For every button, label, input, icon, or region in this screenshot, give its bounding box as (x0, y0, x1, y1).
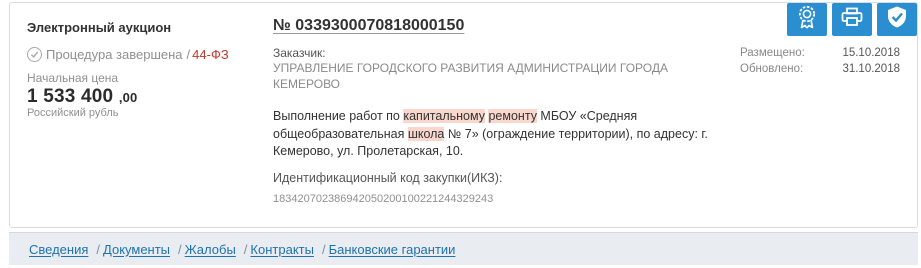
action-buttons (787, 3, 917, 36)
price-value: 1 533 400 ,00 (27, 86, 257, 108)
tab-details[interactable]: Сведения (29, 242, 88, 257)
customer-name[interactable]: УПРАВЛЕНИЕ ГОРОДСКОГО РАЗВИТИЯ АДМИНИСТР… (273, 60, 728, 92)
status-text: Процедура завершена (46, 47, 183, 62)
award-icon (797, 5, 817, 34)
tab-contracts[interactable]: Контракты (250, 242, 314, 257)
ikz-value: 183420702386942050200100221244329243 (273, 192, 494, 205)
shield-check-icon (886, 5, 908, 34)
price-cents: ,00 (118, 90, 138, 105)
currency: Российский рубль (27, 107, 119, 119)
registry-number-link[interactable]: № 0339300070818000150 (273, 17, 464, 35)
purchase-summary: Электронный аукцион Процедура завершена … (27, 20, 257, 119)
tab-documents[interactable]: Документы (103, 242, 170, 257)
tab-separator: / (178, 241, 182, 257)
purchase-description: Выполнение работ по капитальному ремонту… (273, 108, 728, 161)
law-separator: / (186, 47, 191, 62)
tab-separator: / (243, 241, 248, 257)
protection-button[interactable] (877, 3, 917, 36)
posted-label: Размещено: (740, 47, 805, 59)
print-icon (841, 7, 863, 32)
posted-date: 15.10.2018 (842, 47, 900, 59)
search-highlight: школа (407, 126, 445, 141)
updated-label: Обновлено: (740, 63, 804, 75)
ikz-label: Идентификационный код закупки(ИКЗ): (273, 170, 503, 185)
price-integer: 1 533 400 (27, 86, 114, 107)
tab-separator: / (321, 241, 326, 257)
search-highlight: ремонту (488, 109, 537, 123)
posted-row: Размещено: 15.10.2018 (740, 45, 900, 61)
price-label: Начальная цена (27, 71, 119, 85)
procedure-type: Электронный аукцион (27, 20, 172, 35)
check-circle-icon (27, 47, 42, 62)
updated-row: Обновлено: 31.10.2018 (740, 61, 900, 77)
tab-bank-guarantees[interactable]: Банковские гарантии (329, 242, 456, 257)
print-button[interactable] (832, 3, 872, 36)
tab-separator: / (96, 241, 101, 257)
purchase-dates: Размещено: 15.10.2018 Обновлено: 31.10.2… (740, 45, 900, 77)
updated-date: 31.10.2018 (842, 63, 900, 75)
award-button[interactable] (787, 3, 827, 36)
purchase-details: № 0339300070818000150 Заказчик: УПРАВЛЕН… (273, 17, 728, 205)
law-badge: 44-ФЗ (192, 47, 229, 62)
tab-complaints[interactable]: Жалобы (185, 242, 236, 257)
description-text: Выполнение работ по (273, 109, 404, 123)
customer-label: Заказчик: (273, 46, 326, 60)
search-highlight: капитальному (403, 109, 485, 123)
purchase-tabs: Сведения / Документы / Жалобы / Контракт… (9, 232, 918, 265)
purchase-card: Электронный аукцион Процедура завершена … (9, 2, 918, 228)
procedure-status: Процедура завершена / 44-ФЗ (27, 47, 257, 62)
